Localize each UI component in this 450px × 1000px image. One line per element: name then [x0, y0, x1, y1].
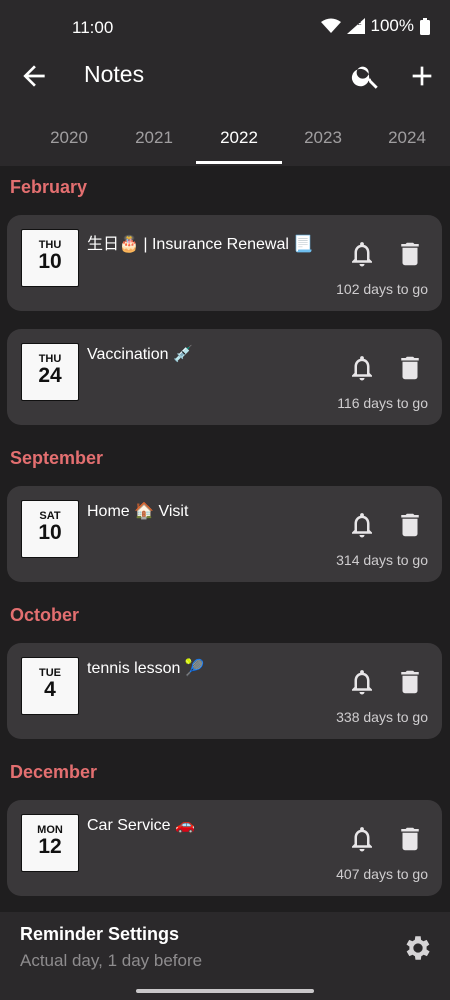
- bell-icon: [347, 824, 377, 854]
- settings-button[interactable]: [402, 932, 434, 964]
- reminder-button[interactable]: [347, 239, 377, 269]
- day-number: 4: [44, 678, 56, 701]
- note-title: Vaccination 💉: [87, 346, 193, 363]
- calendar-date-badge: SAT 10: [21, 500, 79, 558]
- delete-button[interactable]: [395, 353, 425, 383]
- tab-partial[interactable]: 0: [0, 128, 14, 148]
- arrow-back-icon: [18, 60, 50, 92]
- trash-icon: [395, 510, 425, 540]
- gesture-nav-area: [0, 982, 450, 1000]
- status-bar: 11:00 LTE 100%: [0, 0, 450, 44]
- cell-signal-icon: LTE: [346, 18, 365, 34]
- plus-icon: [406, 60, 438, 92]
- search-icon: [350, 60, 382, 92]
- day-number: 12: [38, 835, 62, 858]
- battery-icon: [420, 17, 430, 35]
- tab-2024[interactable]: 2024: [372, 128, 442, 148]
- bell-icon: [347, 510, 377, 540]
- add-note-button[interactable]: [406, 60, 438, 92]
- tab-2023[interactable]: 2023: [288, 128, 358, 148]
- bell-icon: [347, 353, 377, 383]
- note-card[interactable]: THU 24 Vaccination 💉 116 days to go: [7, 329, 442, 425]
- month-header-october: October: [10, 605, 80, 625]
- days-countdown: 407 days to go: [336, 866, 428, 882]
- reminder-button[interactable]: [347, 353, 377, 383]
- trash-icon: [395, 667, 425, 697]
- trash-icon: [395, 824, 425, 854]
- page-title: Notes: [84, 61, 145, 87]
- reminder-button[interactable]: [347, 510, 377, 540]
- wifi-icon: [320, 18, 341, 34]
- bell-icon: [347, 239, 377, 269]
- calendar-date-badge: THU 10: [21, 229, 79, 287]
- month-header-september: September: [10, 448, 104, 468]
- tab-2021[interactable]: 2021: [119, 128, 189, 148]
- days-countdown: 116 days to go: [337, 395, 428, 411]
- status-icons: LTE 100%: [320, 16, 430, 36]
- status-time: 11:00: [72, 18, 114, 37]
- bell-icon: [347, 667, 377, 697]
- tab-2020[interactable]: 2020: [34, 128, 104, 148]
- search-button[interactable]: [350, 60, 382, 92]
- delete-button[interactable]: [395, 667, 425, 697]
- back-button[interactable]: [18, 60, 50, 92]
- days-countdown: 314 days to go: [336, 552, 428, 568]
- note-card[interactable]: MON 12 Car Service 🚗 407 days to go: [7, 800, 442, 896]
- note-card[interactable]: SAT 10 Home 🏠 Visit 314 days to go: [7, 486, 442, 582]
- calendar-date-badge: TUE 4: [21, 657, 79, 715]
- gear-icon: [402, 932, 434, 964]
- reminder-button[interactable]: [347, 824, 377, 854]
- note-title: tennis lesson 🎾: [87, 660, 205, 677]
- note-title: Car Service 🚗: [87, 817, 195, 834]
- app-bar: Notes: [0, 44, 450, 108]
- day-number: 10: [38, 521, 62, 544]
- svg-text:LTE: LTE: [351, 21, 362, 27]
- reminder-settings-subtitle: Actual day, 1 day before: [20, 951, 203, 970]
- notes-screen: 11:00 LTE 100% Notes 2020 2021 2022 2023…: [0, 0, 450, 1000]
- month-header-february: February: [10, 177, 88, 197]
- month-header-december: December: [10, 762, 98, 782]
- tab-2022[interactable]: 2022: [204, 128, 274, 148]
- delete-button[interactable]: [395, 510, 425, 540]
- year-tabs: 0 2020 2021 2022 2023 2024: [0, 108, 450, 166]
- days-countdown: 338 days to go: [336, 709, 428, 725]
- day-number: 24: [38, 364, 62, 387]
- calendar-date-badge: THU 24: [21, 343, 79, 401]
- reminder-settings-bar[interactable]: Reminder Settings Actual day, 1 day befo…: [0, 912, 450, 982]
- trash-icon: [395, 239, 425, 269]
- note-title: 生日🎂 | Insurance Renewal 📃: [87, 236, 314, 253]
- calendar-date-badge: MON 12: [21, 814, 79, 872]
- delete-button[interactable]: [395, 824, 425, 854]
- battery-percent: 100%: [370, 16, 414, 35]
- note-card[interactable]: THU 10 生日🎂 | Insurance Renewal 📃 102 day…: [7, 215, 442, 311]
- note-card[interactable]: TUE 4 tennis lesson 🎾 338 days to go: [7, 643, 442, 739]
- reminder-settings-title: Reminder Settings: [20, 924, 180, 944]
- reminder-button[interactable]: [347, 667, 377, 697]
- days-countdown: 102 days to go: [336, 281, 428, 297]
- trash-icon: [395, 353, 425, 383]
- note-title: Home 🏠 Visit: [87, 503, 189, 520]
- home-gesture-handle[interactable]: [136, 989, 314, 993]
- day-number: 10: [38, 250, 62, 273]
- active-tab-indicator: [196, 161, 282, 164]
- delete-button[interactable]: [395, 239, 425, 269]
